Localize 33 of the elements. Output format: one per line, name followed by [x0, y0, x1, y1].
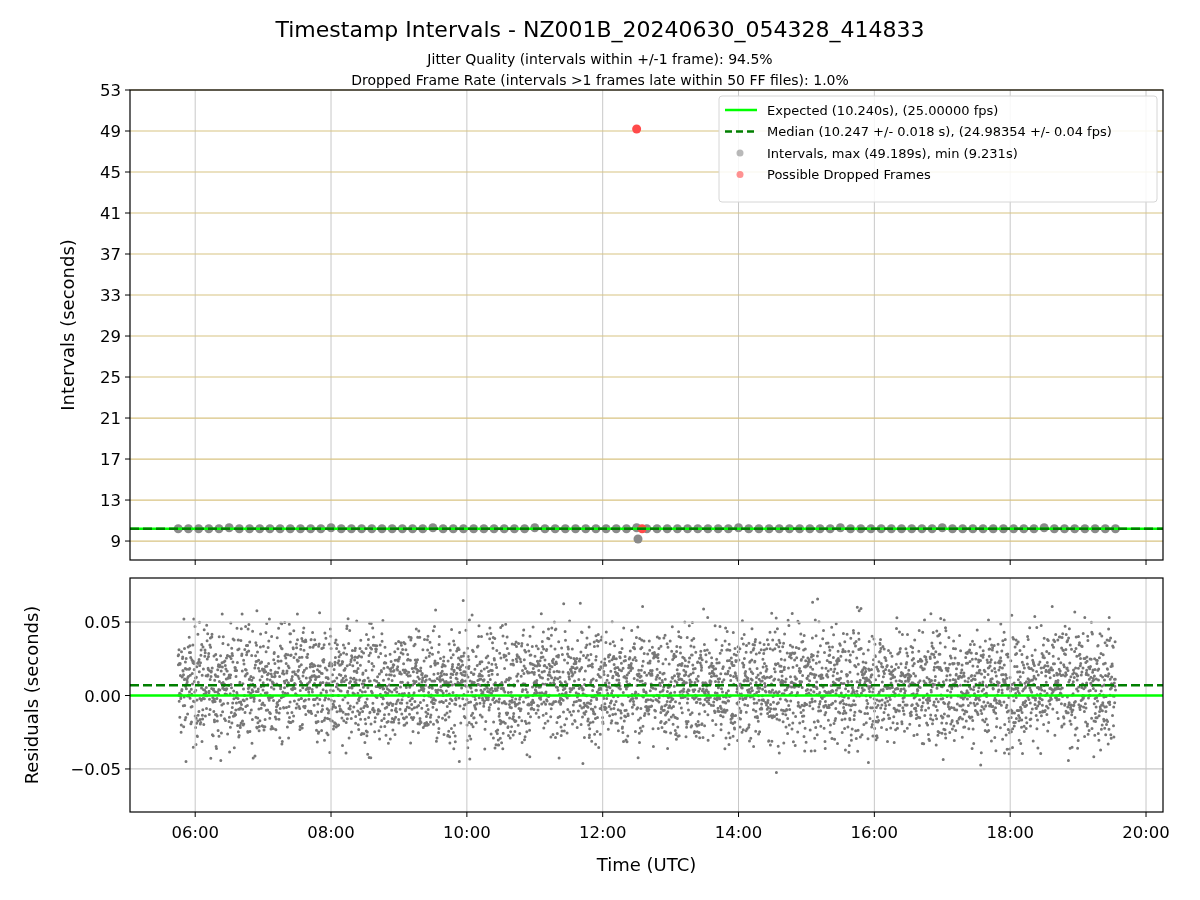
axis-tick-label: 18:00 — [986, 823, 1034, 842]
axis-tick-label: 0.05 — [84, 613, 121, 633]
axis-tick-label: 20:00 — [1122, 823, 1170, 842]
axis-tick-label: 37 — [100, 245, 121, 264]
axis-tick-label: 14:00 — [714, 823, 763, 842]
axis-tick-label: 12:00 — [578, 823, 627, 842]
axis-tick-label: 16:00 — [850, 823, 899, 842]
axis-tick-label: 17 — [100, 450, 121, 470]
axis-tick-label: 08:00 — [307, 823, 355, 842]
axis-tick-label: 0.00 — [84, 686, 121, 706]
axis-tick-label: 33 — [100, 286, 121, 305]
axis-tick-label: 53 — [100, 81, 121, 100]
chart-title: Timestamp Intervals - NZ001B_20240630_054328_414833 — [275, 17, 925, 42]
legend-label: Median (10.247 +/- 0.018 s), (24.98354 +/- 0.04 fps) — [767, 124, 1112, 139]
axis-tick-label: 13 — [100, 491, 121, 511]
axis-tick-label: 29 — [100, 327, 121, 346]
axis-tick-label: 21 — [100, 409, 121, 429]
axis-tick-label: 06:00 — [171, 823, 219, 842]
axis-label: Intervals (seconds) — [57, 239, 78, 411]
legend-label: Intervals, max (49.189s), min (9.231s) — [767, 145, 1018, 161]
chart-subtitle: Dropped Frame Rate (intervals >1 frames late within 50 FF files): 1.0% — [351, 72, 849, 88]
axis-tick-label: 41 — [100, 204, 121, 223]
axis-label: Residuals (seconds) — [21, 605, 42, 785]
axis-tick-label: 45 — [100, 163, 121, 182]
axis-tick-label: 49 — [100, 122, 121, 141]
axis-tick-label: −0.05 — [70, 759, 121, 779]
axis-tick-label: 9 — [110, 532, 121, 552]
axis-tick-label: 25 — [100, 368, 121, 387]
axis-label: Time (UTC) — [596, 854, 697, 875]
chart-subtitle: Jitter Quality (intervals within +/-1 frame): 94.5% — [427, 51, 773, 67]
axis-tick-label: 10:00 — [443, 823, 491, 842]
legend-label: Expected (10.240s), (25.00000 fps) — [767, 102, 999, 118]
legend-label: Possible Dropped Frames — [767, 167, 931, 182]
